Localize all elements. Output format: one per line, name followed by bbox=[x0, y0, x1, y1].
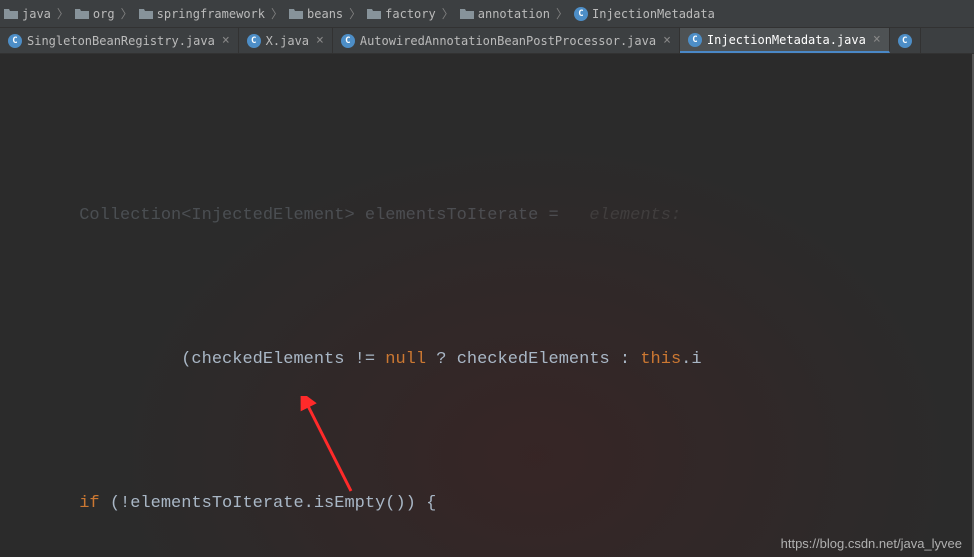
folder-icon bbox=[367, 8, 381, 20]
tab-label: X.java bbox=[266, 34, 309, 48]
class-icon: C bbox=[8, 34, 22, 48]
tab-label: AutowiredAnnotationBeanPostProcessor.jav… bbox=[360, 34, 656, 48]
folder-icon bbox=[139, 8, 153, 20]
breadcrumb-item[interactable]: java bbox=[0, 7, 55, 21]
class-icon: C bbox=[341, 34, 355, 48]
watermark: https://blog.csdn.net/java_lyvee bbox=[781, 536, 962, 551]
class-icon: C bbox=[898, 34, 912, 48]
close-icon[interactable]: × bbox=[220, 33, 230, 48]
tab-label: InjectionMetadata.java bbox=[707, 33, 866, 47]
folder-icon bbox=[75, 8, 89, 20]
breadcrumb-item[interactable]: factory bbox=[363, 7, 440, 21]
breadcrumb-item[interactable]: annotation bbox=[456, 7, 554, 21]
chevron-right-icon: 〉 bbox=[269, 5, 285, 22]
breadcrumb-label: springframework bbox=[157, 7, 265, 21]
tab-more[interactable]: C bbox=[890, 28, 921, 53]
breadcrumb-label: annotation bbox=[478, 7, 550, 21]
breadcrumb-label: InjectionMetadata bbox=[592, 7, 715, 21]
chevron-right-icon: 〉 bbox=[55, 5, 71, 22]
breadcrumb-item[interactable]: beans bbox=[285, 7, 347, 21]
class-icon: C bbox=[574, 7, 588, 21]
tab-autowired-annotation-bpp[interactable]: C AutowiredAnnotationBeanPostProcessor.j… bbox=[333, 28, 680, 53]
tab-label: SingletonBeanRegistry.java bbox=[27, 34, 215, 48]
code-line: (checkedElements != null ? checkedElemen… bbox=[0, 342, 974, 378]
breadcrumb-label: java bbox=[22, 7, 51, 21]
class-icon: C bbox=[247, 34, 261, 48]
tab-singleton-bean-registry[interactable]: C SingletonBeanRegistry.java × bbox=[0, 28, 239, 53]
folder-icon bbox=[289, 8, 303, 20]
code-line: if (!elementsToIterate.isEmpty()) { bbox=[0, 486, 974, 522]
folder-icon bbox=[4, 8, 18, 20]
tab-x[interactable]: C X.java × bbox=[239, 28, 333, 53]
close-icon[interactable]: × bbox=[661, 33, 671, 48]
breadcrumb-item[interactable]: C InjectionMetadata bbox=[570, 7, 719, 21]
chevron-right-icon: 〉 bbox=[440, 5, 456, 22]
breadcrumb-label: beans bbox=[307, 7, 343, 21]
breadcrumb-label: org bbox=[93, 7, 115, 21]
chevron-right-icon: 〉 bbox=[554, 5, 570, 22]
breadcrumb-item[interactable]: springframework bbox=[135, 7, 269, 21]
close-icon[interactable]: × bbox=[871, 32, 881, 47]
tab-injection-metadata[interactable]: C InjectionMetadata.java × bbox=[680, 28, 890, 53]
close-icon[interactable]: × bbox=[314, 33, 324, 48]
editor-tabs: C SingletonBeanRegistry.java × C X.java … bbox=[0, 28, 974, 54]
breadcrumb-item[interactable]: org bbox=[71, 7, 119, 21]
breadcrumb: java 〉 org 〉 springframework 〉 beans 〉 f… bbox=[0, 0, 974, 28]
breadcrumb-label: factory bbox=[385, 7, 436, 21]
class-icon: C bbox=[688, 33, 702, 47]
folder-icon bbox=[460, 8, 474, 20]
chevron-right-icon: 〉 bbox=[119, 5, 135, 22]
chevron-right-icon: 〉 bbox=[347, 5, 363, 22]
code-editor[interactable]: Collection<InjectedElement> elementsToIt… bbox=[0, 54, 974, 557]
code-line: Collection<InjectedElement> elementsToIt… bbox=[0, 198, 974, 234]
